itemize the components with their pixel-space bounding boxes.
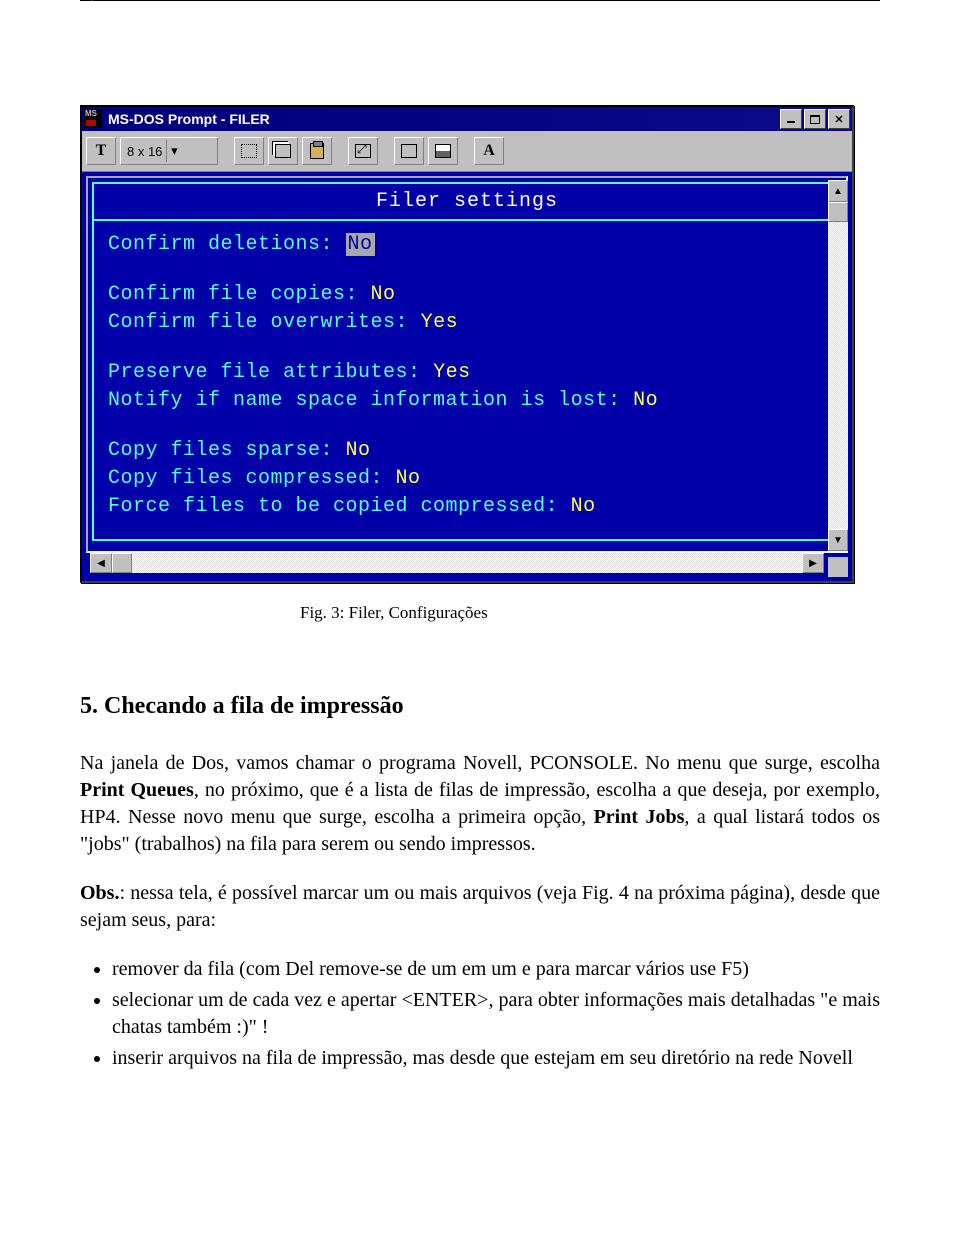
dos-setting-value[interactable]: No <box>396 467 421 490</box>
chevron-down-icon[interactable]: ▾ <box>166 140 181 162</box>
dos-setting-value[interactable]: No <box>346 439 371 462</box>
resize-grip[interactable] <box>828 557 848 577</box>
dos-setting-row[interactable]: Copy files sparse: No <box>108 437 826 465</box>
fullscreen-button[interactable] <box>348 137 378 165</box>
dos-setting-row[interactable]: Preserve file attributes: Yes <box>108 359 826 387</box>
dos-setting-value[interactable]: Yes <box>433 361 471 384</box>
list-item: selecionar um de cada vez e apertar <ENT… <box>112 987 880 1041</box>
maximize-button[interactable] <box>804 109 826 129</box>
dos-setting-value[interactable]: No <box>346 233 375 256</box>
properties-button[interactable] <box>394 137 424 165</box>
paste-button[interactable] <box>302 137 332 165</box>
scroll-thumb-h[interactable] <box>112 553 132 573</box>
dos-setting-value[interactable]: No <box>571 495 596 518</box>
scroll-thumb[interactable] <box>828 202 848 222</box>
dos-setting-row[interactable]: Confirm file overwrites: Yes <box>108 309 826 337</box>
scroll-up-icon[interactable]: ▲ <box>828 180 848 202</box>
dos-setting-row[interactable]: Confirm deletions: No <box>108 231 826 259</box>
bullet-list: remover da fila (com Del remove-se de um… <box>80 956 880 1072</box>
close-button[interactable] <box>828 109 850 129</box>
section-heading: 5. Checando a fila de impressão <box>80 693 880 720</box>
dos-setting-value[interactable]: No <box>371 283 396 306</box>
scroll-down-icon[interactable]: ▼ <box>828 529 848 551</box>
mark-button[interactable] <box>234 137 264 165</box>
dos-setting-row[interactable]: Confirm file copies: No <box>108 281 826 309</box>
list-item: remover da fila (com Del remove-se de um… <box>112 956 880 983</box>
dos-setting-value[interactable]: No <box>633 389 658 412</box>
window-titlebar[interactable]: MS-DOS Prompt - FILER <box>82 107 852 131</box>
dos-setting-value[interactable]: Yes <box>421 311 459 334</box>
horizontal-scrollbar[interactable]: ◀ ▶ <box>90 553 824 573</box>
dos-setting-row[interactable]: Force files to be copied compressed: No <box>108 493 826 521</box>
font-t-button[interactable]: T <box>86 137 116 165</box>
background-button[interactable] <box>428 137 458 165</box>
dos-setting-row[interactable]: Notify if name space information is lost… <box>108 387 826 415</box>
figure-caption: Fig. 3: Filer, Configurações <box>300 603 880 623</box>
dos-panel: Filer settings Confirm deletions: No Conf… <box>92 182 842 541</box>
figure-screenshot: MS-DOS Prompt - FILER T 8 x 16 ▾ <box>80 105 880 623</box>
msdos-icon[interactable] <box>84 110 102 128</box>
font-size-selector[interactable]: 8 x 16 ▾ <box>120 137 218 165</box>
scroll-left-icon[interactable]: ◀ <box>90 553 112 573</box>
font-size-value: 8 x 16 <box>127 144 162 159</box>
font-a-button[interactable]: A <box>474 137 504 165</box>
window-title: MS-DOS Prompt - FILER <box>108 111 778 127</box>
minimize-button[interactable] <box>780 109 802 129</box>
page-header-left: ...ções básicas sobre ... <box>80 0 189 2</box>
toolbar: T 8 x 16 ▾ A <box>82 131 852 172</box>
copy-button[interactable] <box>268 137 298 165</box>
vertical-scrollbar[interactable]: ▲ ▼ <box>828 180 848 551</box>
scroll-right-icon[interactable]: ▶ <box>802 553 824 573</box>
list-item: inserir arquivos na fila de impressão, m… <box>112 1045 880 1072</box>
dos-setting-row[interactable]: Copy files compressed: No <box>108 465 826 493</box>
paragraph-2: Obs.: nessa tela, é possível marcar um o… <box>80 880 880 934</box>
dos-panel-title: Filer settings <box>94 184 840 221</box>
paragraph-1: Na janela de Dos, vamos chamar o program… <box>80 750 880 858</box>
